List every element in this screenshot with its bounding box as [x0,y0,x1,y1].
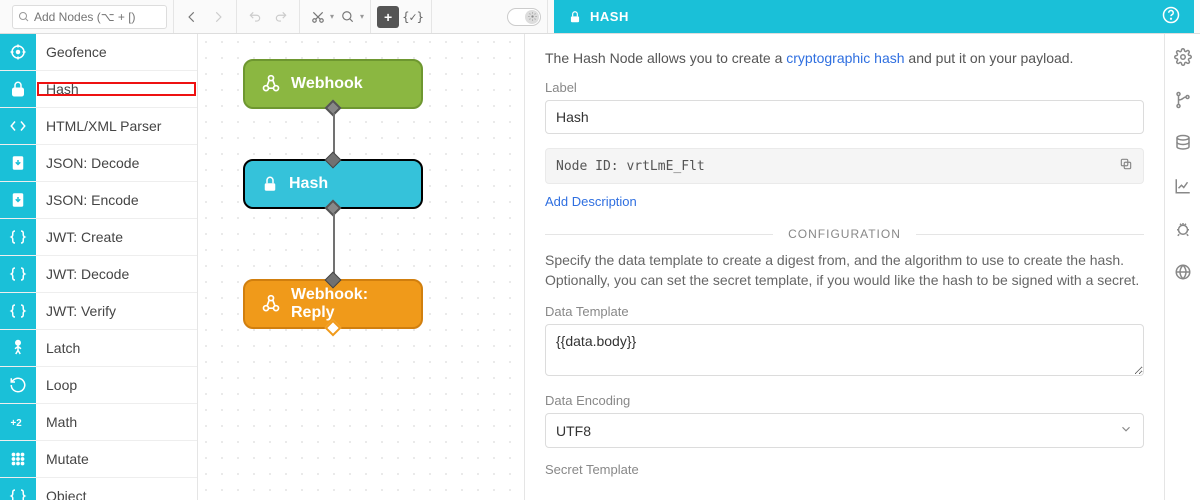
branch-rail-icon[interactable] [1174,91,1192,112]
data-encoding-select[interactable]: UTF8 [545,413,1144,448]
braces-icon [0,478,36,500]
palette-item-label: JWT: Verify [36,303,197,319]
panel-toggle[interactable] [507,8,541,26]
settings-rail-icon[interactable] [1174,48,1192,69]
database-rail-icon[interactable] [1174,134,1192,155]
flow-node-label: Webhook [291,75,363,93]
top-toolbar: ▾ ▾ + {✓} HASH [0,0,1200,34]
palette-item-loop[interactable]: Loop [0,367,197,404]
flow-node-label: Webhook: Reply [291,286,405,322]
person-icon [0,330,36,366]
chevron-down-icon: ▾ [360,12,364,21]
copy-icon [1119,157,1133,171]
palette-item-geofence[interactable]: Geofence [0,34,197,71]
loop-icon [0,367,36,403]
globe-rail-icon[interactable] [1174,263,1192,284]
gear-icon [528,12,537,21]
doc-arrow-icon [0,182,36,218]
node-description: The Hash Node allows you to create a cry… [545,50,1144,66]
svg-text:+2: +2 [11,418,23,429]
palette-item-json-encode[interactable]: JSON: Encode [0,182,197,219]
code-icon [0,108,36,144]
palette-item-label: Hash [36,81,197,97]
secret-template-label: Secret Template [545,462,1144,477]
lock-icon [261,175,279,193]
palette-item-jwt-verify[interactable]: JWT: Verify [0,293,197,330]
doc-arrow-icon [0,145,36,181]
data-template-label: Data Template [545,304,1144,319]
palette-item-label: JSON: Decode [36,155,197,171]
configuration-description: Specify the data template to create a di… [545,251,1144,290]
chevron-down-icon [1119,422,1133,439]
bug-rail-icon[interactable] [1174,220,1192,241]
add-button[interactable]: + [377,6,399,28]
output-port[interactable] [325,320,342,337]
right-rail [1164,34,1200,500]
palette-item-jwt-decode[interactable]: JWT: Decode [0,256,197,293]
palette-item-label: HTML/XML Parser [36,118,197,134]
template-braces-button[interactable]: {✓} [401,5,425,29]
flow-node-label: Hash [289,175,328,193]
palette-item-label: Loop [36,377,197,393]
flow-node-hash[interactable]: Hash [243,159,423,209]
lock-icon [0,71,36,107]
webhook-icon [261,74,281,94]
palette-item-hash[interactable]: Hash [0,71,197,108]
zoom-dropdown[interactable] [336,5,360,29]
grid-icon [0,441,36,477]
data-template-input[interactable] [545,324,1144,376]
node-search-input[interactable] [34,10,161,24]
node-id-value: vrtLmE_Flt [626,159,704,174]
label-field-label: Label [545,80,1144,95]
crosshair-icon [0,34,36,70]
braces-icon [0,219,36,255]
palette-item-label: JWT: Decode [36,266,197,282]
panel-header: HASH [554,0,1194,33]
configuration-header: CONFIGURATION [545,227,1144,241]
braces-icon [0,293,36,329]
palette-item-label: Geofence [36,44,197,60]
search-icon [18,11,30,23]
flow-node-webhook-reply[interactable]: Webhook: Reply [243,279,423,329]
crypto-hash-link[interactable]: cryptographic hash [786,50,904,66]
plus2-icon: +2 [0,404,36,440]
palette-item-math[interactable]: +2 Math [0,404,197,441]
braces-icon [0,256,36,292]
properties-panel: The Hash Node allows you to create a cry… [524,34,1164,500]
redo-button[interactable] [269,5,293,29]
lock-icon [568,10,582,24]
node-id-row: Node ID: vrtLmE_Flt [545,148,1144,184]
help-button[interactable] [1162,6,1180,27]
flow-node-webhook[interactable]: Webhook [243,59,423,109]
cut-dropdown[interactable] [306,5,330,29]
palette-item-mutate[interactable]: Mutate [0,441,197,478]
back-button[interactable] [180,5,204,29]
add-description-link[interactable]: Add Description [545,194,637,209]
palette-item-label: Latch [36,340,197,356]
palette-item-jwt-create[interactable]: JWT: Create [0,219,197,256]
label-input[interactable] [545,100,1144,134]
chevron-down-icon: ▾ [330,12,334,21]
palette-item-label: Math [36,414,197,430]
forward-button[interactable] [206,5,230,29]
node-palette: Geofence Hash HTML/XML Parser JSON: Decode J… [0,34,198,500]
flow-edge [333,213,335,281]
copy-node-id-button[interactable] [1119,157,1133,175]
palette-item-label: JWT: Create [36,229,197,245]
palette-item-label: JSON: Encode [36,192,197,208]
flow-canvas[interactable]: Webhook Hash Webhook: Reply [198,34,524,500]
webhook-icon [261,294,281,314]
palette-item-object[interactable]: Object [0,478,197,500]
panel-title: HASH [590,9,629,24]
palette-item-label: Mutate [36,451,197,467]
data-encoding-label: Data Encoding [545,393,1144,408]
node-search[interactable] [12,5,167,29]
chart-rail-icon[interactable] [1174,177,1192,198]
palette-item-html-xml-parser[interactable]: HTML/XML Parser [0,108,197,145]
input-port[interactable] [325,152,342,169]
palette-item-latch[interactable]: Latch [0,330,197,367]
palette-item-json-decode[interactable]: JSON: Decode [0,145,197,182]
palette-item-label: Object [36,488,197,500]
undo-button[interactable] [243,5,267,29]
